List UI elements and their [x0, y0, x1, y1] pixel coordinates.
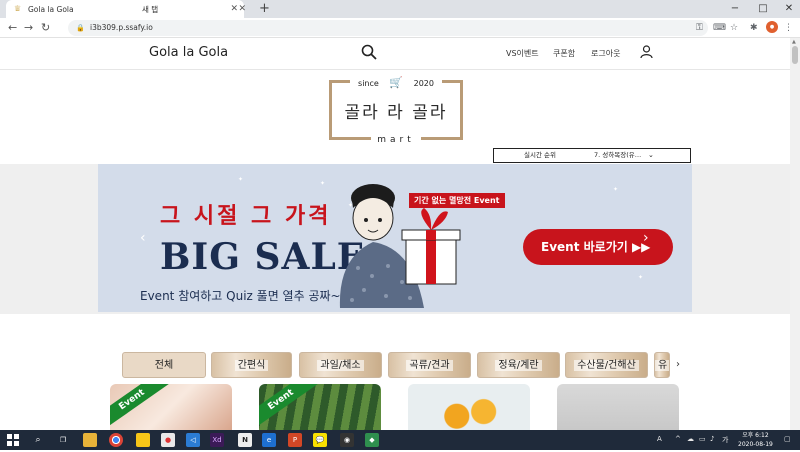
- tray-chevron-icon[interactable]: ^: [675, 435, 681, 443]
- scrollbar-thumb[interactable]: [792, 46, 798, 64]
- category-meat-egg[interactable]: 정육/계란: [477, 352, 560, 378]
- product-card[interactable]: [557, 384, 679, 430]
- address-text: i3b309.p.ssafy.io: [90, 23, 153, 32]
- category-partial[interactable]: 유: [654, 352, 670, 378]
- system-clock[interactable]: 오후 6:12 2020-08-19: [738, 431, 773, 449]
- site-title[interactable]: Gola la Gola: [149, 45, 228, 60]
- people-icon[interactable]: A: [657, 435, 662, 443]
- tab-title: Gola la Gola: [28, 4, 74, 14]
- clock-date: 2020-08-19: [738, 441, 773, 448]
- obs-icon[interactable]: ◉: [340, 433, 354, 447]
- key-icon[interactable]: ⚿: [696, 21, 703, 35]
- bookmark-star-icon[interactable]: ☆: [730, 21, 738, 35]
- windows-start-icon[interactable]: [6, 433, 20, 447]
- sparkle-icon: ✦: [320, 180, 326, 187]
- event-ribbon: Event: [110, 384, 170, 430]
- carousel-next-icon[interactable]: ›: [643, 230, 649, 246]
- category-convenience[interactable]: 간편식: [211, 352, 292, 378]
- chevron-down-icon: ⌄: [648, 151, 654, 159]
- category-fruit-veg[interactable]: 과일/채소: [299, 352, 382, 378]
- taskbar: ⌕ ❐ ● ◁ Xd N e P 💬 ◉ ◆ A ^ ☁ ▭ ♪ 가 오후 6:…: [0, 430, 800, 450]
- forward-icon[interactable]: →: [24, 20, 33, 36]
- banner-subtext: Event 참여하고 Quiz 풀면 열추 공짜~: [140, 289, 341, 303]
- web-page: Gola la Gola VS이벤트 쿠폰함 로그아웃 since 🛒 2020…: [0, 38, 790, 430]
- adobe-xd-icon[interactable]: Xd: [210, 433, 224, 447]
- site-favicon-icon: ♕: [14, 4, 22, 13]
- extensions-icon[interactable]: ✱: [750, 21, 758, 35]
- network-icon[interactable]: ▭: [699, 435, 706, 443]
- product-card[interactable]: Event: [259, 384, 381, 430]
- ranking-label: 실시간 순위: [524, 151, 556, 159]
- search-icon[interactable]: ⌕: [31, 433, 45, 447]
- nav-coupons[interactable]: 쿠폰함: [553, 48, 575, 59]
- close-window-button[interactable]: ✕: [776, 0, 800, 18]
- product-grid: Event Event: [0, 384, 790, 430]
- category-grain-nuts[interactable]: 곡류/견과: [388, 352, 471, 378]
- close-tab-icon[interactable]: ✕: [238, 4, 246, 14]
- logo-since: since 🛒 2020: [329, 76, 463, 89]
- realtime-ranking[interactable]: 실시간 순위 7. 성하목장(유… ⌄: [493, 148, 691, 163]
- banner-headline: 그 시절 그 가격: [160, 204, 332, 229]
- scroll-up-icon[interactable]: ▲: [792, 39, 796, 45]
- maximize-button[interactable]: □: [750, 0, 776, 18]
- sparkle-icon: ✦: [613, 186, 619, 193]
- volume-icon[interactable]: ♪: [710, 435, 714, 443]
- browser-toolbar: ← → ↻ 🔒 i3b309.p.ssafy.io ⚿ ⌨ ☆ ✱ ⋮: [0, 18, 800, 38]
- menu-icon[interactable]: ⋮: [784, 21, 793, 35]
- chevron-right-icon[interactable]: ›: [676, 359, 680, 370]
- category-seafood[interactable]: 수산물/건해산: [565, 352, 648, 378]
- site-header: Gola la Gola VS이벤트 쿠폰함 로그아웃: [0, 38, 790, 70]
- search-icon[interactable]: [361, 44, 377, 60]
- notion-icon[interactable]: N: [238, 433, 252, 447]
- edge-icon[interactable]: e: [262, 433, 276, 447]
- nav-logout[interactable]: 로그아웃: [591, 48, 620, 59]
- chrome-icon[interactable]: [109, 433, 123, 447]
- file-explorer-icon[interactable]: [83, 433, 97, 447]
- product-card[interactable]: Event: [110, 384, 232, 430]
- translate-icon[interactable]: ⌨: [713, 21, 726, 35]
- tab-title: 새 탭: [142, 4, 159, 14]
- powerpoint-icon[interactable]: P: [288, 433, 302, 447]
- new-tab-button[interactable]: +: [259, 1, 270, 16]
- logo-mart: mart: [329, 135, 463, 145]
- event-ribbon: Event: [259, 384, 319, 430]
- paint-icon[interactable]: ●: [161, 433, 175, 447]
- browser-tabstrip: ♕ Gola la Gola ✕ 새 탭 ✕ + − □ ✕: [0, 0, 800, 18]
- carousel-prev-icon[interactable]: ‹: [140, 230, 146, 246]
- event-cta-button[interactable]: Event 바로가기 ▶▶: [523, 229, 673, 265]
- clock-time: 오후 6:12: [742, 432, 769, 439]
- site-logo[interactable]: since 🛒 2020 골라 라 골라 mart: [329, 76, 463, 145]
- back-icon[interactable]: ←: [8, 20, 17, 36]
- page-scrollbar[interactable]: ▲: [790, 38, 800, 430]
- event-banner[interactable]: ✦ ✦ ✦ ✦ ✦ 그 시절 그 가격 BIG SALE Event 참여하고 …: [98, 164, 692, 312]
- ime-icon[interactable]: 가: [722, 435, 728, 445]
- minimize-button[interactable]: −: [722, 0, 748, 18]
- reload-icon[interactable]: ↻: [41, 20, 50, 36]
- user-icon[interactable]: [640, 45, 653, 59]
- cloud-icon[interactable]: ☁: [687, 435, 694, 443]
- vscode-icon[interactable]: ◁: [186, 433, 200, 447]
- app-icon[interactable]: ◆: [365, 433, 379, 447]
- sticky-notes-icon[interactable]: [136, 433, 150, 447]
- nav-vs-event[interactable]: VS이벤트: [506, 48, 539, 59]
- cart-icon: 🛒: [385, 76, 408, 89]
- lock-icon: 🔒: [76, 24, 85, 32]
- sparkle-icon: ✦: [638, 274, 644, 281]
- address-bar[interactable]: 🔒 i3b309.p.ssafy.io: [68, 20, 708, 36]
- task-view-icon[interactable]: ❐: [56, 433, 70, 447]
- logo-name: 골라 라 골라: [344, 103, 448, 123]
- sparkle-icon: ✦: [238, 176, 244, 183]
- ranking-item: 7. 성하목장(유…: [594, 151, 642, 159]
- kakaotalk-icon[interactable]: 💬: [313, 433, 327, 447]
- category-tabs: 전체 간편식 과일/채소 곡류/견과 정육/계란 수산물/건해산 유 ›: [0, 352, 790, 380]
- notifications-icon[interactable]: ▢: [784, 435, 791, 443]
- event-tag: 기간 없는 멸망전 Event: [409, 193, 505, 208]
- category-all[interactable]: 전체: [122, 352, 206, 378]
- tab-newtab[interactable]: 새 탭 ✕: [126, 0, 252, 18]
- profile-avatar[interactable]: ●: [766, 21, 778, 33]
- product-card[interactable]: [408, 384, 530, 430]
